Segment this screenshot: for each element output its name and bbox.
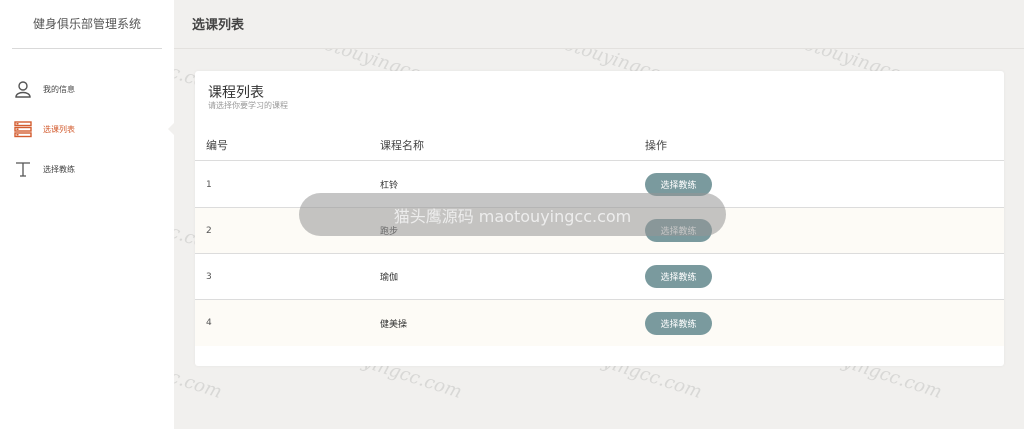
column-header-name: 课程名称 bbox=[380, 138, 424, 152]
select-coach-button[interactable]: 选择教练 bbox=[645, 265, 712, 288]
table-row: 3 瑜伽 选择教练 bbox=[195, 254, 1004, 300]
course-id: 1 bbox=[206, 179, 212, 190]
column-header-action: 操作 bbox=[645, 138, 667, 152]
top-bar: 选课列表 bbox=[174, 0, 1024, 49]
app-title: 健身俱乐部管理系统 bbox=[12, 0, 162, 49]
column-header-id: 编号 bbox=[206, 138, 228, 152]
course-name: 健美操 bbox=[380, 319, 408, 330]
sidebar: 健身俱乐部管理系统 我的信息 选课列表 选择教练 bbox=[0, 0, 175, 429]
user-icon bbox=[14, 80, 32, 98]
sidebar-item-label: 选择教练 bbox=[43, 164, 75, 174]
sidebar-item-select-coach[interactable]: 选择教练 bbox=[0, 149, 174, 189]
card-header: 课程列表 请选择你要学习的课程 bbox=[195, 71, 1004, 121]
sidebar-item-label: 我的信息 bbox=[43, 84, 75, 94]
list-icon bbox=[14, 120, 32, 138]
sidebar-item-course-list[interactable]: 选课列表 bbox=[0, 109, 175, 149]
course-id: 2 bbox=[206, 225, 212, 236]
table-header: 编号 课程名称 操作 bbox=[195, 129, 1004, 161]
sidebar-nav: 我的信息 选课列表 选择教练 bbox=[0, 69, 175, 189]
card-title: 课程列表 bbox=[208, 85, 264, 101]
sidebar-item-my-info[interactable]: 我的信息 bbox=[0, 69, 174, 109]
page-title: 选课列表 bbox=[192, 18, 245, 33]
table-row: 4 健美操 选择教练 bbox=[195, 300, 1004, 346]
course-name: 瑜伽 bbox=[380, 273, 399, 283]
card-subtitle: 请选择你要学习的课程 bbox=[208, 101, 288, 110]
course-id: 4 bbox=[206, 318, 212, 328]
text-icon bbox=[14, 160, 32, 178]
sidebar-item-label: 选课列表 bbox=[43, 124, 75, 134]
select-coach-button[interactable]: 选择教练 bbox=[645, 311, 712, 335]
toast-message: 猫头鹰源码 maotouyingcc.com bbox=[299, 193, 726, 236]
course-id: 3 bbox=[206, 271, 212, 282]
